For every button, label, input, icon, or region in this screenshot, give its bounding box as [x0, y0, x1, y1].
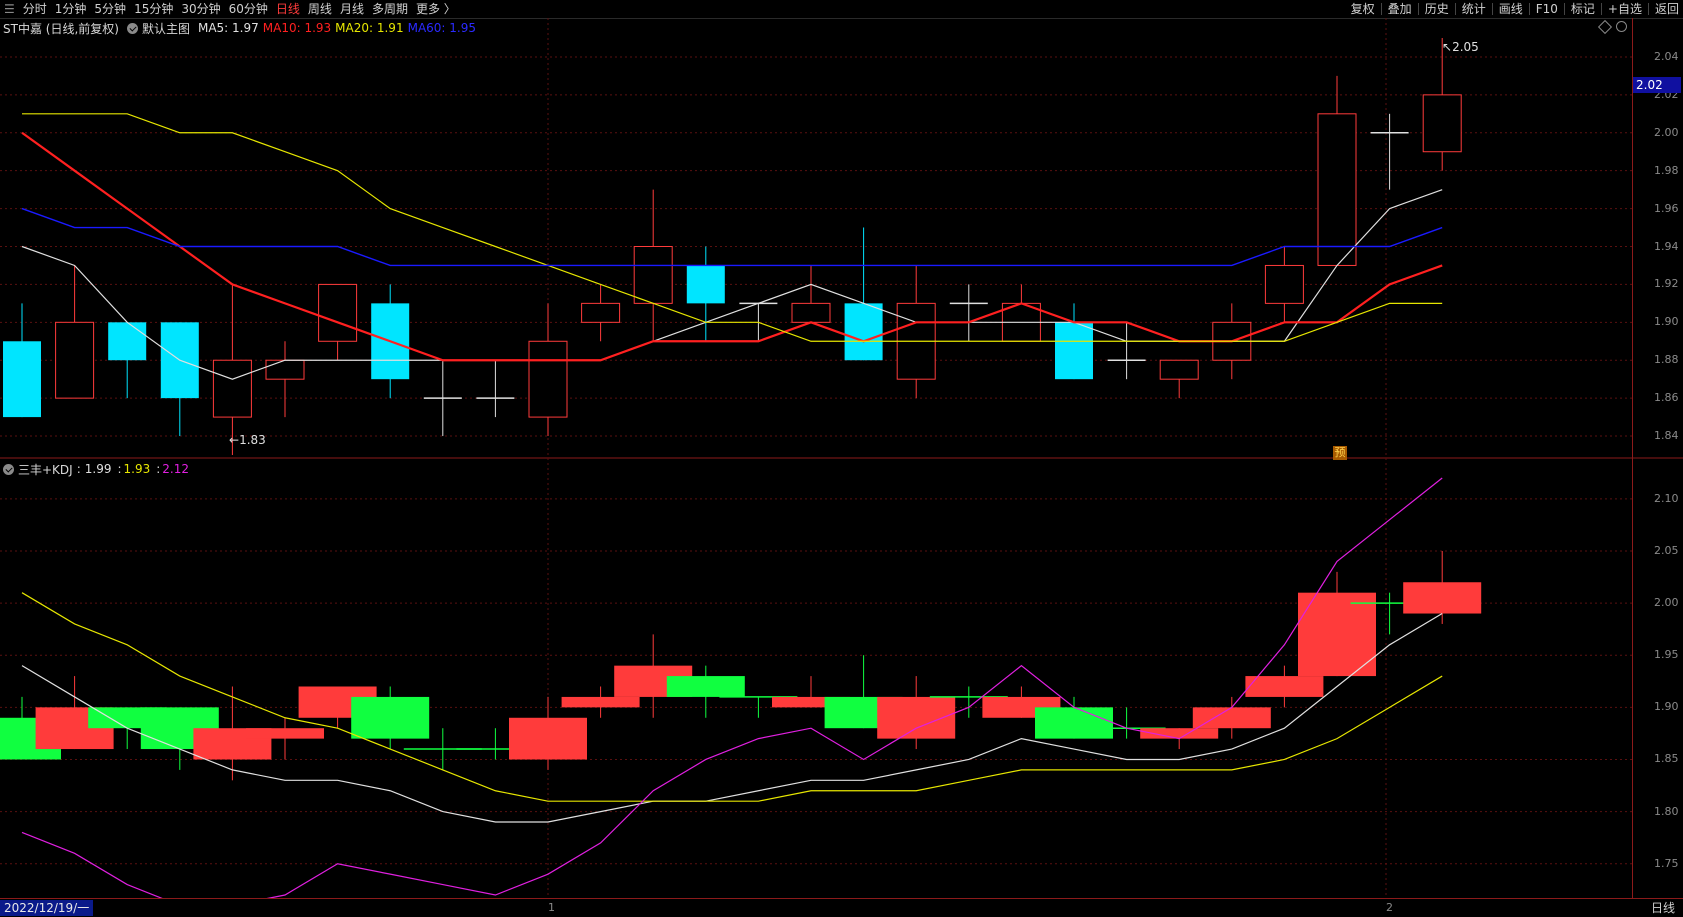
sub-candle-body [351, 696, 430, 739]
y-tick-label: 1.94 [1654, 239, 1679, 253]
sub-candle-body [561, 696, 640, 708]
y-tick-label: 1.84 [1654, 429, 1679, 443]
y-tick-label: 1.90 [1654, 700, 1679, 714]
month-mark: 2 [1386, 901, 1393, 914]
ma-line-ma60 [21, 207, 1443, 267]
y-tick-label: 1.98 [1654, 163, 1679, 177]
high-value: 2.05 [1452, 40, 1479, 54]
arrow-icon: ↖ [1442, 40, 1453, 54]
candle-body [55, 321, 95, 399]
y-tick-label: 1.92 [1654, 277, 1679, 291]
y-tick-label: 1.88 [1654, 353, 1679, 367]
y-tick-label: 1.96 [1654, 201, 1679, 215]
current-price-tag: 2.02 [1633, 77, 1681, 93]
month-mark: 1 [548, 901, 555, 914]
y-tick-label: 1.95 [1654, 648, 1679, 662]
candle-body [108, 322, 147, 361]
y-tick-label: 2.05 [1654, 543, 1679, 557]
y-tick-label: 2.04 [1654, 49, 1679, 63]
candle-body [844, 303, 883, 361]
y-tick-label: 1.86 [1654, 391, 1679, 405]
arrow-icon: ← [229, 433, 240, 447]
candle-body [633, 246, 673, 304]
sub-candle-body [666, 676, 745, 697]
candle-body [1422, 94, 1462, 153]
candle-body [1317, 113, 1357, 266]
candle-body [791, 302, 831, 323]
y-tick-label: 1.90 [1654, 315, 1679, 329]
low-marker: ←1.83 [229, 433, 266, 447]
candle-body [1159, 359, 1199, 380]
sub-candle-body [1245, 676, 1324, 697]
y-tick-label: 1.85 [1654, 752, 1679, 766]
sub-candle-body [246, 728, 324, 739]
forecast-badge[interactable]: 预 [1333, 446, 1347, 460]
y-tick-label: 1.80 [1654, 804, 1679, 818]
time-axis-bar: 2022/12/19/一 1 2 日线 [0, 898, 1683, 917]
candle-body [686, 265, 725, 304]
candle-body [1055, 322, 1093, 380]
candle-body [581, 302, 621, 323]
low-value: 1.83 [239, 433, 266, 447]
sub-candle-body [509, 717, 587, 760]
period-label: 日线 [1650, 901, 1675, 915]
ma-line-ma20 [22, 113, 1443, 342]
y-tick-label: 1.75 [1654, 856, 1679, 870]
chart-canvas [0, 18, 1683, 907]
high-marker: ↖2.05 [1442, 40, 1479, 54]
sub-candle-body [1035, 707, 1113, 739]
candle-body [528, 340, 568, 418]
y-tick-label: 2.00 [1654, 125, 1679, 139]
candle-body [3, 341, 41, 418]
sub-candle-body [1403, 582, 1482, 614]
y-tick-label: 2.00 [1654, 596, 1679, 610]
candle-body [212, 359, 252, 418]
candle-body [1264, 264, 1304, 304]
y-tick-label: 2.10 [1654, 491, 1679, 505]
candle-body [265, 359, 305, 380]
sub-candle-body [1192, 707, 1271, 729]
cursor-date: 2022/12/19/一 [0, 900, 94, 916]
candle-body [318, 283, 358, 342]
